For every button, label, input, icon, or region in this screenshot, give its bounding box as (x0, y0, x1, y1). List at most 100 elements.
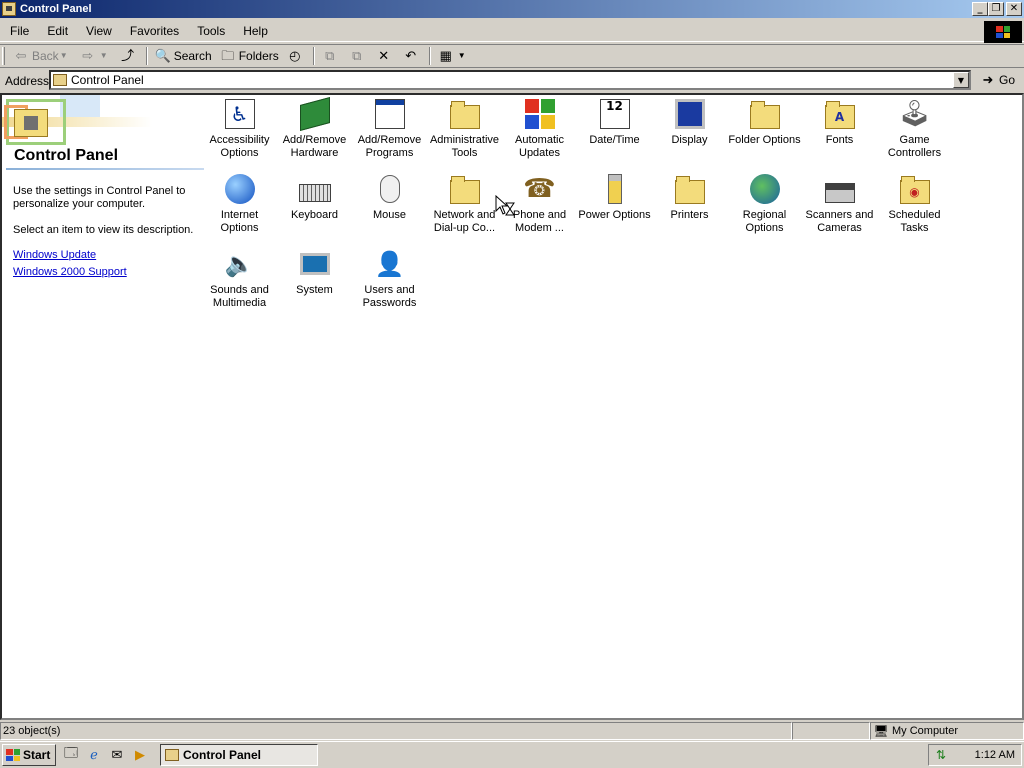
control-panel-icon (165, 749, 179, 761)
display-icon (673, 97, 707, 131)
views-button[interactable]: ▦ ▼ (434, 45, 474, 67)
item-system[interactable]: System (277, 247, 352, 322)
folders-icon: 🗀 (221, 48, 235, 63)
start-label: Start (23, 748, 51, 762)
control-panel-icon (2, 2, 16, 16)
back-button[interactable]: ⇦ Back ▼ (9, 45, 76, 67)
item-keyboard[interactable]: Keyboard (277, 172, 352, 247)
search-label: Search (173, 49, 212, 63)
go-label: Go (999, 73, 1016, 87)
menu-favorites[interactable]: Favorites (120, 24, 187, 38)
outlook-express-icon[interactable]: ✉ (108, 746, 126, 764)
start-button[interactable]: Start (2, 744, 56, 766)
item-label: Scanners and Cameras (805, 209, 874, 234)
windows-logo-icon (984, 21, 1022, 43)
windows-update-link[interactable]: Windows Update (13, 249, 96, 261)
menu-view[interactable]: View (76, 24, 120, 38)
item-users-passwords[interactable]: 👤 Users and Passwords (352, 247, 427, 322)
item-label: Printers (670, 209, 709, 221)
item-add-remove-programs[interactable]: Add/Remove Programs (352, 97, 427, 172)
item-label: Add/Remove Programs (357, 134, 422, 159)
item-regional-options[interactable]: Regional Options (727, 172, 802, 247)
item-label: Accessibility Options (209, 134, 270, 159)
item-scheduled-tasks[interactable]: ◉ Scheduled Tasks (877, 172, 952, 247)
speaker-icon: 🔈 (224, 250, 255, 278)
windows-2000-support-link[interactable]: Windows 2000 Support (13, 266, 127, 278)
menu-tools[interactable]: Tools (187, 24, 233, 38)
chevron-down-icon: ▼ (59, 51, 68, 60)
menu-help[interactable]: Help (233, 24, 276, 38)
taskbar: Start 🗔 ℯ ✉ ▶ Control Panel ⇅ 1:12 AM (0, 741, 1024, 768)
standard-toolbar: ⇦ Back ▼ ⇨ ▼ ⤴ 🔍 Search 🗀 Folders ◴ ⧉ ⧉ … (0, 44, 1024, 68)
restore-button[interactable]: ❐ (988, 2, 1004, 16)
move-to-button[interactable]: ⧉ (318, 45, 345, 67)
item-date-time[interactable]: 12 Date/Time (577, 97, 652, 172)
fonts-icon: A (823, 97, 857, 131)
back-arrow-icon: ⇦ (15, 48, 27, 63)
move-to-icon: ⧉ (325, 48, 335, 63)
undo-button[interactable]: ↶ (399, 45, 426, 67)
taskbar-item-control-panel[interactable]: Control Panel (160, 744, 318, 766)
media-player-icon[interactable]: ▶ (131, 746, 149, 764)
panel-hint: Select an item to view its description. (13, 224, 194, 236)
quick-launch: 🗔 ℯ ✉ ▶ (62, 746, 154, 764)
history-button[interactable]: ◴ (283, 45, 310, 67)
item-accessibility-options[interactable]: ♿ Accessibility Options (202, 97, 277, 172)
toolbar-grip[interactable] (2, 47, 5, 65)
up-folder-icon: ⤴ (121, 48, 135, 63)
clock[interactable]: 1:12 AM (975, 749, 1015, 761)
item-mouse[interactable]: Mouse (352, 172, 427, 247)
scanner-icon (823, 172, 857, 206)
undo-icon: ↶ (405, 48, 417, 63)
minimize-button[interactable]: _ (972, 2, 988, 16)
folders-button[interactable]: 🗀 Folders (216, 45, 283, 67)
content-area: Control Panel Use the settings in Contro… (0, 93, 1024, 720)
title-bar[interactable]: Control Panel _ ❐ ✕ (0, 0, 1024, 18)
programs-icon (373, 97, 407, 131)
item-sounds-multimedia[interactable]: 🔈 Sounds and Multimedia (202, 247, 277, 322)
date-time-icon: 12 (598, 97, 632, 131)
item-network-dialup[interactable]: Network and Dial-up Co... (427, 172, 502, 247)
show-desktop-icon[interactable]: 🗔 (62, 746, 80, 764)
item-add-remove-hardware[interactable]: Add/Remove Hardware (277, 96, 352, 172)
item-display[interactable]: Display (652, 97, 727, 172)
go-arrow-icon: ➜ (982, 72, 994, 87)
item-game-controllers[interactable]: 🕹 Game Controllers (877, 97, 952, 172)
item-internet-options[interactable]: Internet Options (202, 172, 277, 247)
address-dropdown-button[interactable]: ▼ (953, 72, 969, 88)
item-automatic-updates[interactable]: Automatic Updates (502, 97, 577, 172)
item-label: Add/Remove Hardware (282, 134, 347, 159)
views-icon: ▦ (439, 48, 452, 63)
control-panel-items: ♿ Accessibility Options Add/Remove Hardw… (202, 96, 982, 322)
network-icon (448, 172, 482, 206)
copy-to-icon: ⧉ (352, 48, 362, 63)
item-scanners-cameras[interactable]: Scanners and Cameras (802, 172, 877, 247)
forward-button[interactable]: ⇨ ▼ (76, 45, 116, 67)
copy-to-button[interactable]: ⧉ (345, 45, 372, 67)
close-button[interactable]: ✕ (1006, 2, 1022, 16)
item-label: Mouse (372, 209, 407, 221)
item-printers[interactable]: Printers (652, 172, 727, 247)
search-button[interactable]: 🔍 Search (151, 45, 216, 67)
item-administrative-tools[interactable]: Administrative Tools (427, 97, 502, 172)
address-input[interactable]: Control Panel ▼ (49, 70, 971, 90)
item-fonts[interactable]: A Fonts (802, 97, 877, 172)
menu-file[interactable]: File (0, 24, 37, 38)
network-tray-icon[interactable]: ⇅ (933, 747, 949, 763)
item-label: Regional Options (742, 209, 787, 234)
web-view-panel: Control Panel Use the settings in Contro… (2, 95, 206, 715)
item-folder-options[interactable]: Folder Options (727, 97, 802, 172)
internet-explorer-icon[interactable]: ℯ (85, 746, 103, 764)
status-bar: 23 object(s) 🖥 My Computer (0, 722, 1024, 740)
delete-button[interactable]: ✕ (372, 45, 399, 67)
menu-edit[interactable]: Edit (37, 24, 76, 38)
item-label: Sounds and Multimedia (210, 284, 269, 309)
page-title: Control Panel (14, 147, 119, 164)
keyboard-icon (298, 172, 332, 206)
up-folder-button[interactable]: ⤴ (116, 45, 143, 67)
go-button[interactable]: ➜ Go (980, 72, 1015, 88)
window-title: Control Panel (20, 3, 92, 15)
status-spacer (792, 722, 870, 740)
hourglass-cursor-icon (495, 195, 515, 216)
item-power-options[interactable]: Power Options (577, 172, 652, 247)
